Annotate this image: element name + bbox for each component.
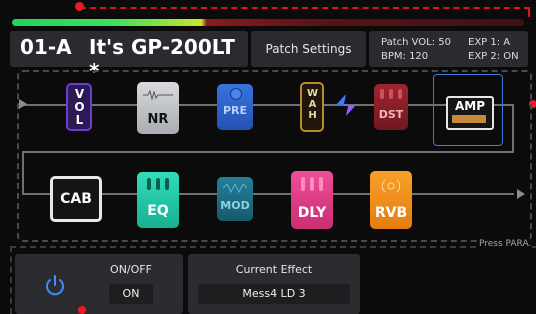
pedal-cab-label: CAB bbox=[60, 191, 92, 207]
pedal-nr-label: NR bbox=[147, 112, 169, 127]
pedal-vol-text: VOL bbox=[72, 87, 87, 126]
indicator-dot-bottom bbox=[78, 306, 86, 314]
marker-line bbox=[80, 7, 530, 9]
level-meter bbox=[12, 19, 524, 26]
pedal-dst-sliders bbox=[374, 89, 408, 99]
patch-settings-label: Patch Settings bbox=[265, 42, 352, 56]
patch-name-box[interactable]: 01-A It's GP-200LT * bbox=[10, 31, 248, 83]
pedal-eq[interactable]: EQ bbox=[137, 172, 179, 228]
pedal-eq-sliders bbox=[137, 178, 179, 190]
power-caption: ON/OFF bbox=[110, 263, 152, 276]
input-arrow-icon bbox=[19, 99, 27, 109]
bpm-readout: BPM: 120 bbox=[381, 51, 429, 62]
chain-wire-right bbox=[512, 104, 514, 152]
pedal-pre-label: PRE bbox=[222, 104, 248, 117]
pedal-cab[interactable]: CAB bbox=[50, 176, 102, 222]
current-effect-caption: Current Effect bbox=[235, 263, 313, 276]
marker-line-end bbox=[528, 7, 530, 17]
exp1-readout: EXP 1: A bbox=[468, 37, 511, 48]
waveform-icon bbox=[143, 90, 173, 100]
power-panel: ON/OFF ON bbox=[15, 254, 183, 314]
pedal-wah-text: WAH bbox=[307, 88, 318, 121]
pedal-mod[interactable]: MOD bbox=[217, 177, 253, 221]
patch-number: 01-A bbox=[20, 35, 72, 59]
swap-arrows-icon[interactable] bbox=[334, 92, 358, 118]
amp-panel-icon bbox=[452, 115, 486, 123]
current-effect-value[interactable]: Mess4 LD 3 bbox=[198, 284, 350, 304]
pedal-wah[interactable]: WAH bbox=[300, 82, 324, 132]
pedal-amp: AMP bbox=[446, 96, 494, 130]
pedal-rvb[interactable]: RVB bbox=[370, 171, 412, 229]
pedal-vol-label: VOL bbox=[68, 87, 90, 129]
pedal-dly-sliders bbox=[291, 177, 333, 191]
current-effect-panel: Current Effect Mess4 LD 3 bbox=[188, 254, 360, 314]
pedal-dst[interactable]: DST bbox=[374, 84, 408, 130]
pedal-dly[interactable]: DLY bbox=[291, 171, 333, 229]
bottom-divider bbox=[10, 246, 536, 248]
pedal-amp-label: AMP bbox=[454, 99, 486, 113]
pedal-eq-label: EQ bbox=[147, 203, 169, 219]
pedal-dst-label: DST bbox=[378, 108, 404, 121]
patch-settings-button[interactable]: Patch Settings bbox=[251, 31, 366, 67]
patch-header: 01-A It's GP-200LT * Patch Settings Patc… bbox=[10, 31, 528, 83]
reverb-waves-icon bbox=[381, 179, 401, 193]
output-arrow-icon bbox=[517, 189, 525, 199]
marker-dot bbox=[75, 2, 84, 11]
press-para-hint: Press PARA. bbox=[478, 239, 533, 249]
chain-wire-middle bbox=[22, 151, 514, 153]
pedal-nr[interactable]: NR bbox=[137, 82, 179, 134]
pedal-pre[interactable]: PRE bbox=[217, 84, 253, 130]
knob-icon bbox=[230, 88, 242, 100]
wave-icon bbox=[223, 183, 247, 193]
pedal-vol[interactable]: VOL bbox=[66, 83, 92, 131]
patch-info-box[interactable]: Patch VOL: 50 BPM: 120 EXP 1: A EXP 2: O… bbox=[369, 31, 528, 67]
power-icon[interactable] bbox=[44, 275, 66, 297]
patch-vol-readout: Patch VOL: 50 bbox=[381, 37, 452, 48]
pedal-amp-selected[interactable]: AMP bbox=[433, 74, 503, 146]
chain-wire-left bbox=[22, 151, 24, 194]
bottom-divider-left bbox=[10, 246, 12, 314]
exp2-readout: EXP 2: ON bbox=[468, 51, 519, 62]
pedal-dly-label: DLY bbox=[297, 205, 327, 221]
pedal-rvb-label: RVB bbox=[374, 205, 408, 221]
pedal-wah-label: WAH bbox=[302, 88, 322, 125]
pedal-mod-label: MOD bbox=[220, 199, 250, 212]
power-value[interactable]: ON bbox=[109, 284, 153, 304]
